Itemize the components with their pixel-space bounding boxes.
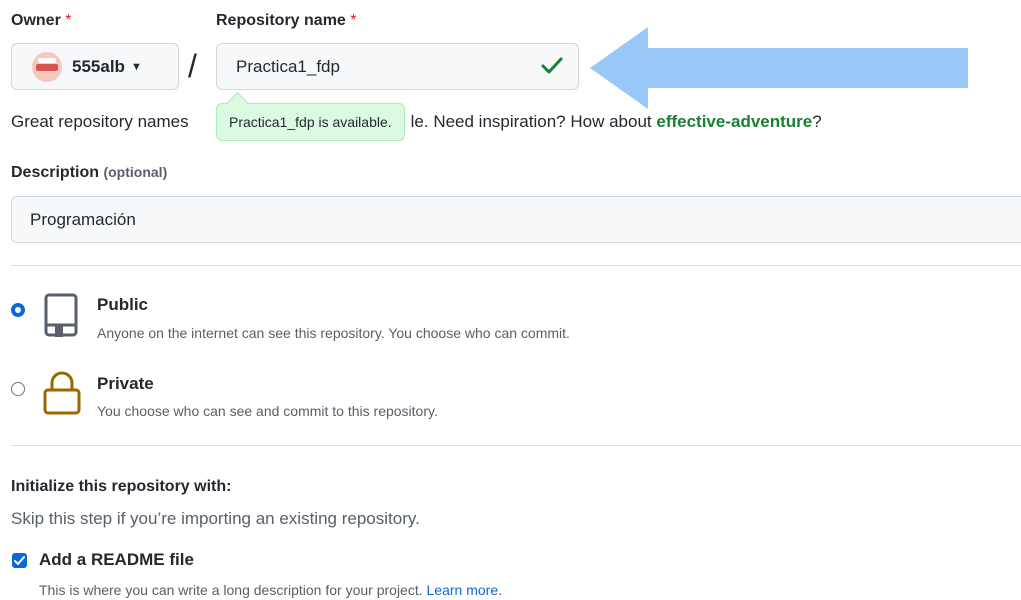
owner-repo-separator: /: [188, 48, 197, 84]
lock-icon: [43, 371, 81, 415]
repo-name-label: Repository name *: [216, 12, 357, 30]
optional-tag: (optional): [103, 164, 168, 180]
owner-name: 555alb: [72, 56, 125, 76]
owner-label-text: Owner: [11, 12, 61, 29]
repo-name-label-text: Repository name: [216, 12, 346, 29]
owner-required-mark: *: [65, 12, 72, 29]
check-icon: [541, 57, 563, 74]
public-description: Anyone on the internet can see this repo…: [97, 325, 570, 341]
suggested-name-link[interactable]: effective-adventure: [656, 112, 812, 131]
hint-prefix: Great repository names: [11, 112, 189, 131]
readme-description: This is where you can write a long descr…: [39, 582, 502, 598]
learn-more-link[interactable]: Learn more.: [427, 582, 502, 598]
owner-label: Owner *: [11, 12, 71, 30]
repo-name-input[interactable]: [216, 43, 579, 90]
public-radio[interactable]: [11, 303, 25, 317]
init-subtext: Skip this step if you’re importing an ex…: [11, 509, 420, 528]
private-description: You choose who can see and commit to thi…: [97, 403, 438, 419]
readme-description-text: This is where you can write a long descr…: [39, 582, 423, 598]
public-title: Public: [97, 295, 149, 314]
readme-checkbox[interactable]: [12, 553, 27, 568]
hint-suffix: le. Need inspiration? How about: [410, 112, 652, 131]
readme-label: Add a README file: [39, 550, 194, 569]
repo-name-required-mark: *: [350, 12, 357, 29]
private-title: Private: [97, 374, 154, 393]
availability-tooltip: Practica1_fdp is available.: [216, 103, 405, 141]
checkbox-check-icon: [14, 555, 25, 565]
repo-name-hint: Great repository names le. Need inspirati…: [11, 112, 822, 132]
hint-end: ?: [812, 112, 822, 131]
private-radio[interactable]: [11, 382, 25, 396]
divider: [11, 445, 1021, 446]
init-heading: Initialize this repository with:: [11, 478, 232, 495]
arrow-annotation-icon: [590, 27, 968, 109]
divider: [11, 265, 1021, 266]
repo-book-icon: [44, 293, 78, 337]
owner-dropdown[interactable]: 555alb ▼: [11, 43, 179, 90]
caret-down-icon: ▼: [130, 60, 142, 73]
description-input[interactable]: [11, 196, 1021, 243]
description-label: Description (optional): [11, 164, 167, 182]
description-label-text: Description: [11, 164, 100, 181]
avatar: [32, 51, 62, 82]
